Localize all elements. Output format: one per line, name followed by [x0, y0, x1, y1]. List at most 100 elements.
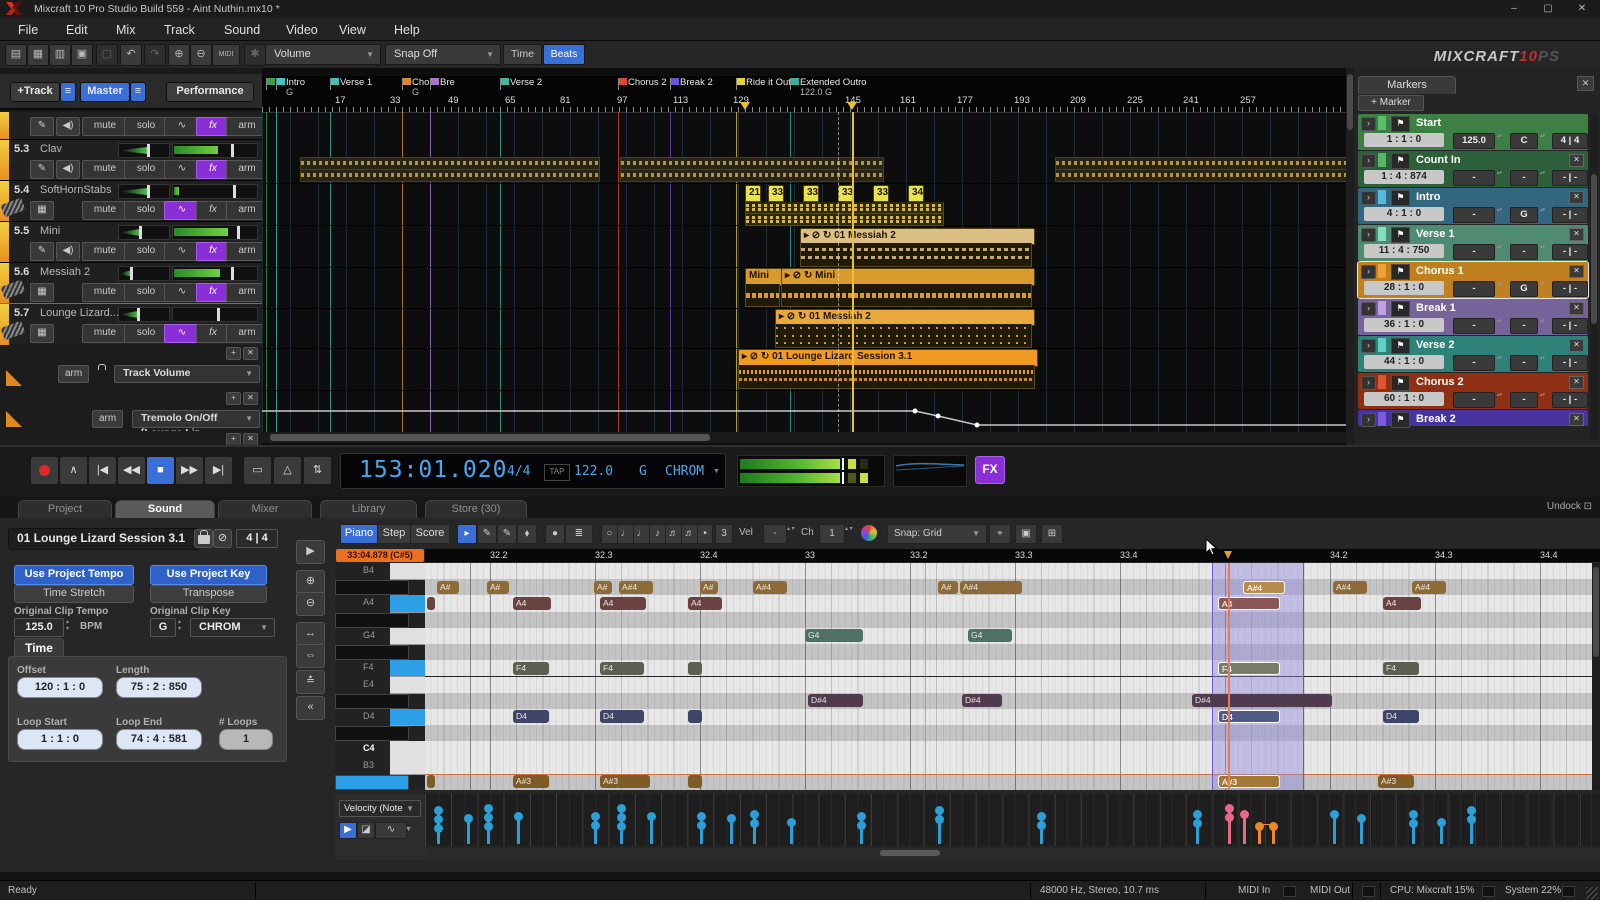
- marker-tempo-field[interactable]: -: [1453, 244, 1495, 260]
- expand-marker-icon[interactable]: ›: [1361, 117, 1376, 131]
- track-meter[interactable]: [172, 225, 258, 240]
- marker-signature-field[interactable]: - | -: [1552, 207, 1588, 223]
- midi-note[interactable]: [427, 597, 435, 610]
- midi-note-as4[interactable]: A#4: [619, 581, 653, 594]
- spinner-icon[interactable]: ▴▾: [1496, 318, 1503, 332]
- track-meter[interactable]: [172, 266, 258, 281]
- velocity-stem[interactable]: [938, 810, 941, 844]
- slider-handle[interactable]: [139, 226, 142, 239]
- scale-readout[interactable]: CHROM: [665, 464, 704, 479]
- use-project-tempo-button[interactable]: Use Project Tempo: [14, 565, 134, 585]
- undo-icon[interactable]: ↶: [120, 44, 142, 66]
- spinner-icon[interactable]: ▴▾: [1496, 244, 1503, 258]
- midi-note-as4[interactable]: A#4: [960, 581, 1022, 594]
- time-stretch-button[interactable]: Time Stretch: [14, 585, 134, 603]
- midi-note-d4[interactable]: D4: [600, 710, 644, 723]
- num-loops-field[interactable]: 1: [219, 729, 273, 750]
- marker-flag-icon[interactable]: Verse 2: [500, 78, 509, 85]
- velocity-stem[interactable]: [517, 816, 520, 844]
- velocity-dot[interactable]: [697, 812, 706, 821]
- piano-key-a4[interactable]: A4: [335, 595, 425, 611]
- key-black[interactable]: [335, 613, 409, 628]
- clip-body[interactable]: [738, 365, 1035, 389]
- marker-name[interactable]: Break 2: [1416, 413, 1456, 425]
- spinner-icon[interactable]: ▴▾: [1539, 318, 1546, 332]
- key-white[interactable]: [390, 709, 425, 726]
- marker-row-break-1[interactable]: ›⚑Break 1✕36 : 1 : 0-▴▾-▴▾- | -: [1358, 299, 1588, 335]
- clip-clav-waveform[interactable]: [745, 202, 944, 214]
- color-wheel-icon[interactable]: [861, 525, 877, 541]
- marker-tempo-field[interactable]: 125.0: [1453, 133, 1495, 149]
- marker-name[interactable]: Start: [1416, 117, 1441, 129]
- delete-marker-icon[interactable]: ✕: [1569, 302, 1584, 315]
- piano-key-d4[interactable]: D4: [335, 709, 425, 725]
- speaker-icon[interactable]: ◀): [56, 242, 80, 261]
- loop-start-field[interactable]: 1 : 1 : 0: [17, 729, 103, 750]
- automation-type-dropdown[interactable]: Volume▼: [265, 44, 381, 65]
- marker-color-swatch[interactable]: [1378, 227, 1386, 241]
- clip-clav[interactable]: 33: [803, 185, 819, 202]
- delete-marker-icon[interactable]: ✕: [1569, 413, 1584, 426]
- marker-flag-icon[interactable]: Ride it Out: [736, 78, 745, 85]
- marker-position-field[interactable]: 28 : 1 : 0: [1364, 281, 1444, 295]
- expand-marker-icon[interactable]: ›: [1361, 376, 1376, 390]
- midi-note[interactable]: [688, 662, 702, 675]
- paint-tool[interactable]: ⬧: [517, 524, 537, 544]
- midi-note-ds4[interactable]: D#4: [1192, 694, 1332, 707]
- midi-note-d4[interactable]: D4: [513, 710, 549, 723]
- key-black[interactable]: [335, 645, 409, 660]
- spinner-icon[interactable]: ▴▾: [1496, 133, 1503, 147]
- slider-handle[interactable]: [237, 226, 240, 239]
- playhead-caret-icon[interactable]: [1224, 551, 1232, 559]
- midi-note-as[interactable]: A#: [938, 581, 958, 594]
- menu-edit[interactable]: Edit: [60, 21, 94, 39]
- scrollbar-thumb[interactable]: [1347, 74, 1353, 130]
- midi-note-as[interactable]: A#: [437, 581, 459, 594]
- time-tab[interactable]: Time: [14, 638, 64, 658]
- marker-position-field[interactable]: 1 : 4 : 874: [1364, 170, 1444, 184]
- clip-clav[interactable]: 33: [873, 185, 889, 202]
- piano-key-e4[interactable]: E4: [335, 677, 425, 693]
- velocity-dot[interactable]: [617, 822, 626, 831]
- loop-button[interactable]: ▭: [243, 456, 272, 485]
- clip-clav[interactable]: 33: [768, 185, 784, 202]
- velocity-dot[interactable]: [484, 813, 493, 822]
- marker-signature-field[interactable]: - | -: [1552, 170, 1588, 186]
- velocity-dot[interactable]: [857, 812, 866, 821]
- midi-note-as4[interactable]: A#4: [1412, 581, 1446, 594]
- scrollbar-thumb[interactable]: [1593, 567, 1599, 657]
- tab-sound[interactable]: Sound: [115, 500, 215, 518]
- punch-button[interactable]: ∧: [59, 456, 88, 485]
- expand-marker-icon[interactable]: ›: [1361, 302, 1376, 316]
- clipboard-icon[interactable]: ▢: [96, 44, 118, 66]
- open-file-icon[interactable]: ▦: [27, 44, 49, 66]
- midi-note-f4[interactable]: F4: [600, 662, 644, 675]
- mute-button[interactable]: mute: [82, 117, 128, 136]
- midi-note-as3[interactable]: A#3: [600, 775, 650, 788]
- scrollbar-thumb[interactable]: [1591, 174, 1597, 324]
- menu-video[interactable]: Video: [280, 21, 324, 39]
- midi-note-as4[interactable]: A#4: [1333, 581, 1367, 594]
- marker-name[interactable]: Verse 2: [1416, 339, 1455, 351]
- marker-signature-field[interactable]: - | -: [1552, 281, 1588, 297]
- volume-slider[interactable]: [118, 307, 170, 322]
- import-icon[interactable]: ▥: [49, 44, 71, 66]
- transpose-button[interactable]: Transpose: [150, 585, 267, 603]
- marker-color-swatch[interactable]: [1378, 412, 1386, 426]
- menu-sound[interactable]: Sound: [218, 21, 266, 39]
- orig-tempo-field[interactable]: 125.0: [14, 618, 64, 637]
- tab-piano[interactable]: Piano: [340, 524, 378, 544]
- solo-button[interactable]: solo: [124, 324, 168, 343]
- velocity-dot[interactable]: [1225, 804, 1234, 813]
- draw-tool[interactable]: ✎: [477, 524, 497, 544]
- eraser-icon[interactable]: ◪: [357, 822, 375, 839]
- marker-position-field[interactable]: 60 : 1 : 0: [1364, 392, 1444, 406]
- clip-name-field[interactable]: 01 Lounge Lizard Session 3.1: [8, 528, 200, 550]
- tempo-readout[interactable]: 122.0: [574, 464, 613, 479]
- solo-button[interactable]: solo: [124, 242, 168, 261]
- piano-key-f#4[interactable]: F#4: [335, 644, 425, 660]
- piano-icon[interactable]: ▦: [30, 201, 54, 220]
- play-icon[interactable]: ▶: [339, 822, 357, 839]
- marker-name[interactable]: Chorus 1: [1416, 265, 1464, 277]
- velocity-stem[interactable]: [1272, 826, 1275, 844]
